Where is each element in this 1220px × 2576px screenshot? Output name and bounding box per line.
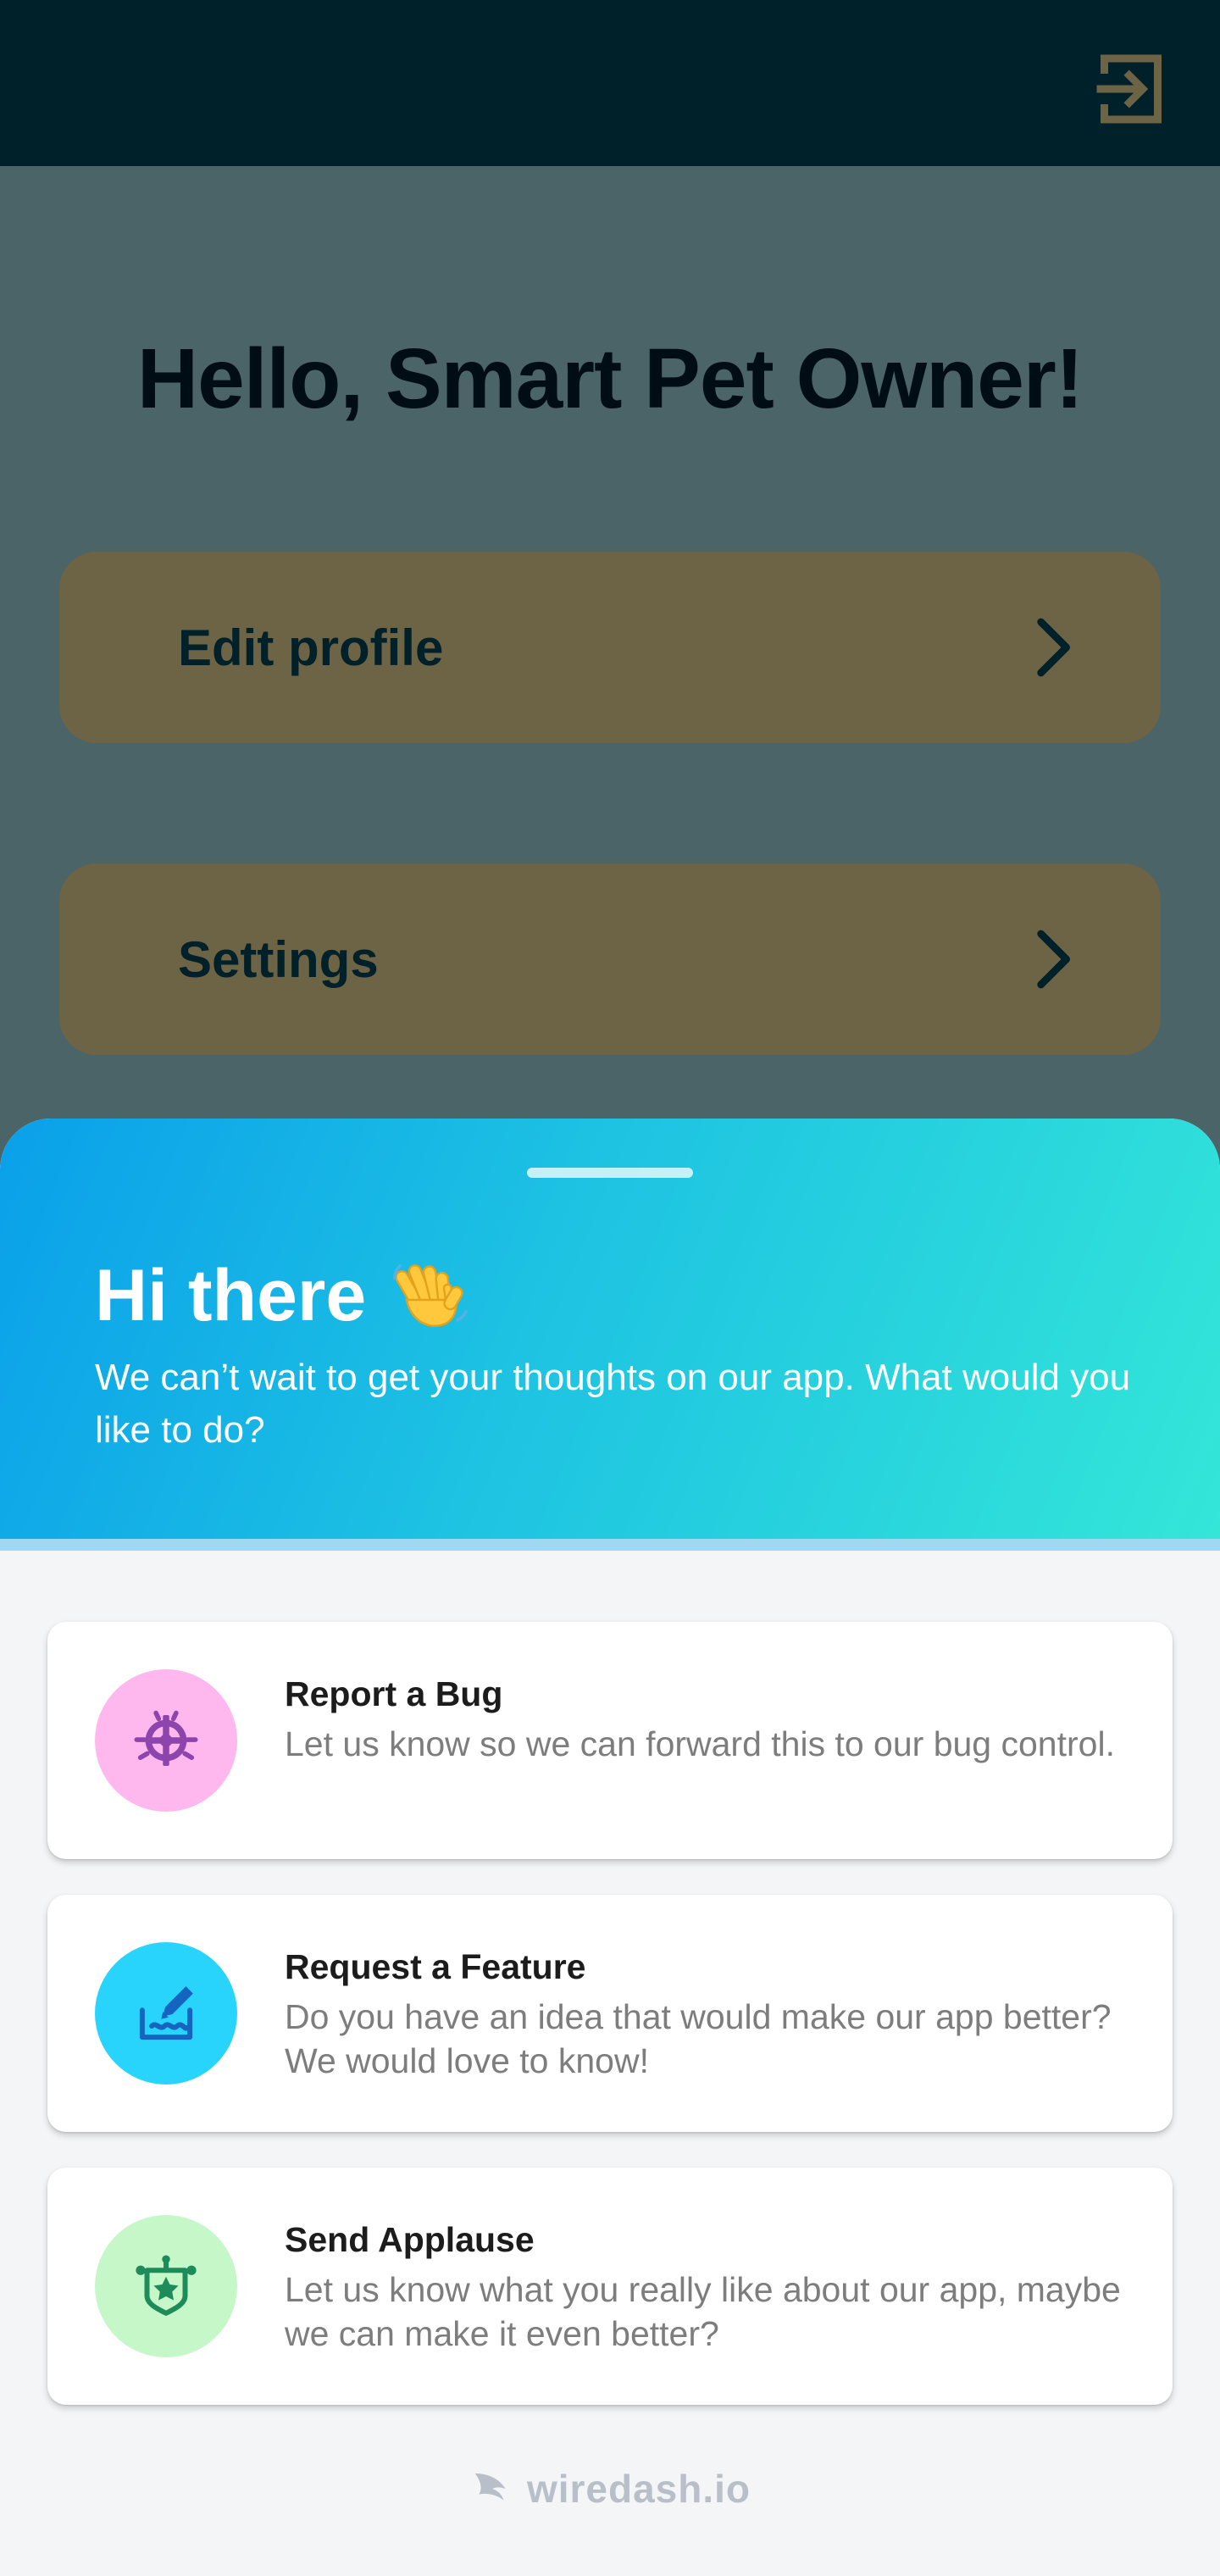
chevron-right-icon <box>1037 618 1070 677</box>
sheet-divider <box>0 1539 1220 1551</box>
drag-handle[interactable] <box>527 1168 693 1178</box>
report-bug-icon-circle <box>95 1669 237 1812</box>
settings-label: Settings <box>178 930 379 988</box>
wiredash-branding-text: wiredash.io <box>526 2467 751 2511</box>
send-applause-option[interactable]: Send Applause Let us know what you reall… <box>47 2168 1173 2405</box>
chevron-right-icon <box>1037 930 1070 989</box>
sheet-title-text: Hi there <box>95 1255 367 1336</box>
feedback-sheet: Hi there We can’t wait to get your thoug… <box>0 1119 1220 2576</box>
greeting-title: Hello, Smart Pet Owner! <box>136 331 1084 426</box>
send-applause-title: Send Applause <box>285 2220 535 2259</box>
sheet-subtitle: We can’t wait to get your thoughts on ou… <box>95 1357 1131 1451</box>
send-applause-icon-circle <box>95 2215 237 2357</box>
report-bug-description: Let us know so we can forward this to ou… <box>285 1724 1115 1763</box>
wiredash-branding-link[interactable]: wiredash.io <box>0 2466 1220 2512</box>
waving-hand-icon <box>393 1263 469 1327</box>
edit-profile-button[interactable]: Edit profile <box>59 552 1161 743</box>
report-bug-option[interactable]: Report a Bug Let us know so we can forwa… <box>47 1622 1173 1859</box>
request-feature-icon-circle <box>95 1942 237 2085</box>
edit-profile-label: Edit profile <box>178 619 444 676</box>
wiredash-logo-icon <box>474 2473 506 2501</box>
app-bar <box>0 0 1220 166</box>
sheet-title: Hi there <box>95 1254 471 1338</box>
request-feature-title: Request a Feature <box>285 1947 586 1986</box>
request-feature-description: Do you have an idea that would make our … <box>285 1997 1112 2080</box>
request-feature-option[interactable]: Request a Feature Do you have an idea th… <box>47 1895 1173 2132</box>
applause-icon <box>136 2255 197 2316</box>
logout-button[interactable] <box>1084 42 1178 136</box>
feature-request-icon <box>139 1986 193 2040</box>
send-applause-description: Let us know what you really like about o… <box>285 2270 1121 2353</box>
sheet-header: Hi there We can’t wait to get your thoug… <box>0 1119 1220 1539</box>
report-bug-title: Report a Bug <box>285 1674 503 1713</box>
settings-button[interactable]: Settings <box>59 863 1161 1055</box>
logout-icon <box>1096 54 1162 124</box>
bug-icon <box>134 1710 198 1766</box>
